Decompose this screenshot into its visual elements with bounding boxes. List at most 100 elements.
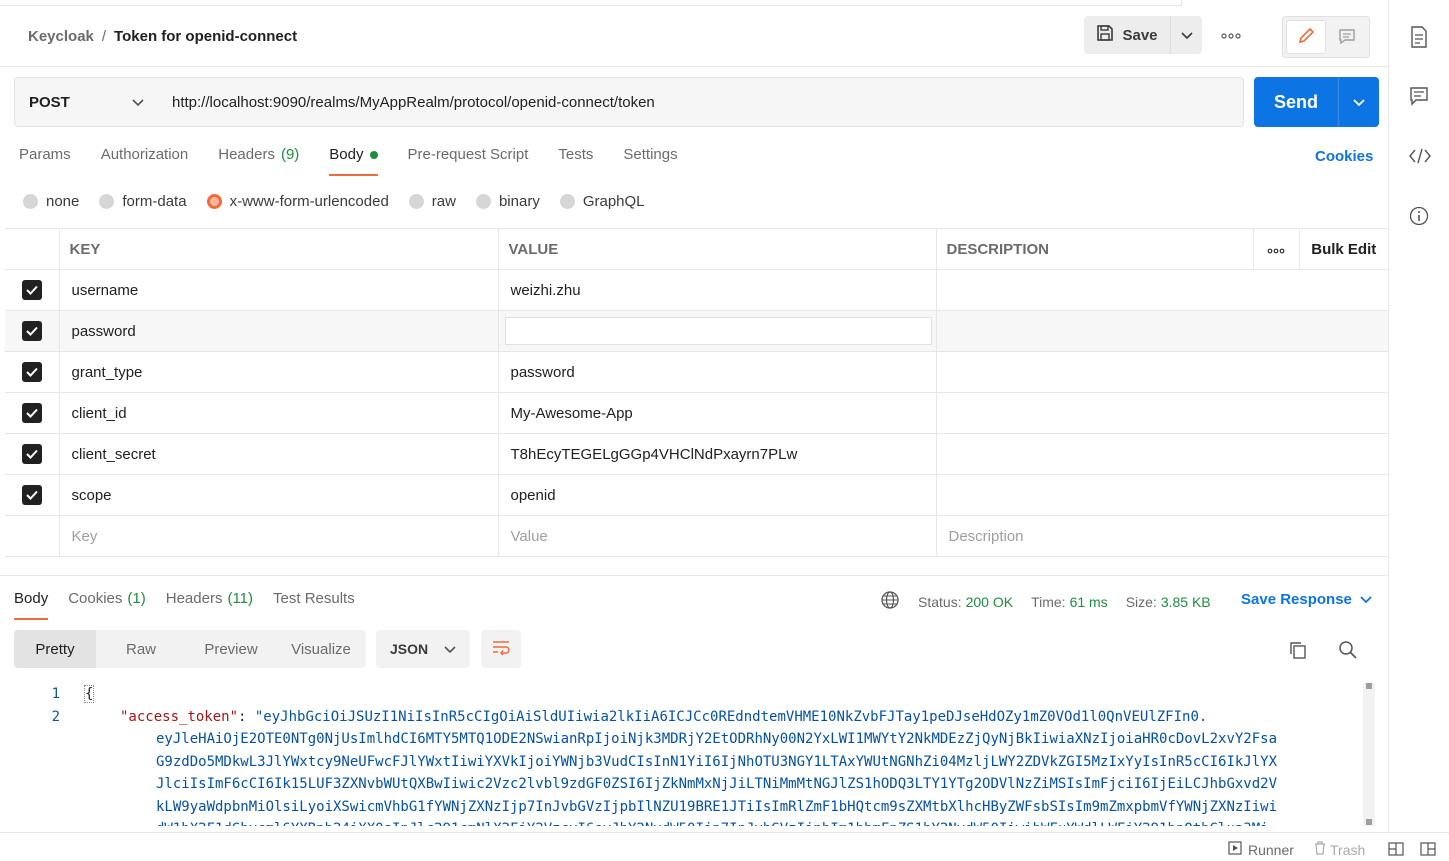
globe-icon[interactable] [880, 590, 900, 613]
row-value[interactable]: password [498, 351, 937, 393]
scroll-down-arrow[interactable] [1366, 819, 1372, 825]
tab-body[interactable]: Body [329, 146, 378, 176]
row-key[interactable]: password [59, 310, 499, 352]
view-mode-raw[interactable]: Raw [96, 630, 186, 668]
size-value[interactable]: 3.85 KB [1161, 594, 1211, 610]
row-key[interactable]: scope [59, 474, 499, 516]
line-number: 1 [51, 686, 60, 702]
view-mode-pretty[interactable]: Pretty [14, 630, 96, 668]
runner-button[interactable]: Runner [1228, 841, 1294, 858]
search-button[interactable] [1338, 640, 1358, 663]
tab-params[interactable]: Params [19, 146, 71, 176]
request-title[interactable]: Token for openid-connect [114, 28, 297, 45]
radio-label: raw [431, 193, 456, 210]
row-checkbox-cell [5, 392, 60, 434]
send-button[interactable]: Send [1254, 77, 1338, 127]
body-type-binary[interactable]: binary [475, 193, 540, 210]
tab-authorization[interactable]: Authorization [101, 146, 189, 176]
row-checkbox[interactable] [21, 403, 42, 423]
check-icon [26, 367, 38, 377]
view-mode-visualize[interactable]: Visualize [276, 630, 366, 668]
row-key[interactable]: client_id [59, 392, 499, 434]
row-checkbox[interactable] [21, 444, 42, 464]
more-actions-button[interactable] [1214, 24, 1248, 44]
row-key[interactable]: grant_type [59, 351, 499, 393]
row-checkbox[interactable] [21, 321, 42, 341]
size-label: Size: [1125, 593, 1157, 610]
new-value-input[interactable]: Value [498, 515, 937, 557]
scroll-up-arrow[interactable] [1366, 683, 1372, 689]
response-divider[interactable] [0, 575, 1388, 576]
breadcrumb-collection[interactable]: Keycloak [28, 28, 94, 45]
view-mode-preview[interactable]: Preview [186, 630, 276, 668]
body-type-form-data[interactable]: form-data [99, 193, 187, 210]
time-value[interactable]: 61 ms [1070, 594, 1108, 610]
row-description[interactable] [936, 310, 1388, 352]
tab-label: Tests [558, 146, 594, 163]
body-type-graphql[interactable]: GraphQL [559, 193, 645, 210]
row-value[interactable]: openid [498, 474, 937, 516]
response-tab-headers[interactable]: Headers (11) [166, 590, 253, 620]
tab-pre-request-script[interactable]: Pre-request Script [408, 146, 529, 176]
column-options-button[interactable] [1253, 228, 1300, 270]
tab-headers[interactable]: Headers (9) [218, 146, 299, 176]
row-checkbox[interactable] [21, 280, 42, 300]
documentation-icon[interactable] [1409, 26, 1429, 51]
cookies-link[interactable]: Cookies [1315, 148, 1373, 165]
body-type-urlencoded[interactable]: x-www-form-urlencoded [206, 193, 389, 210]
save-response-label: Save Response [1241, 591, 1352, 608]
wrap-lines-button[interactable] [481, 630, 521, 668]
method-select[interactable]: POST [14, 77, 159, 127]
body-type-raw[interactable]: raw [408, 193, 456, 210]
code-line: kLW9yaWdpbnMiOlsiLyoiXSwicmVhbG1fYWNjZXN… [156, 798, 1278, 815]
tab-tests[interactable]: Tests [558, 146, 593, 176]
row-key[interactable]: username [59, 269, 499, 311]
status-value[interactable]: 200 OK [966, 594, 1013, 610]
row-checkbox[interactable] [21, 485, 42, 505]
response-body-editor[interactable]: 1 2 { "access_token": "eyJhbGciOiJSUzI1N… [0, 683, 1362, 826]
format-select[interactable]: JSON [376, 630, 470, 668]
url-input[interactable] [158, 77, 1244, 127]
info-icon[interactable] [1409, 206, 1429, 229]
save-button[interactable]: Save [1084, 16, 1170, 54]
view-mode-tabs: Pretty Raw Preview Visualize [14, 630, 366, 668]
row-value-input[interactable] [504, 317, 932, 345]
row-key[interactable]: client_secret [59, 433, 499, 475]
header-checkbox-cell [5, 228, 60, 270]
bulk-edit-button[interactable]: Bulk Edit [1299, 228, 1388, 270]
edit-mode-button[interactable] [1286, 20, 1326, 54]
tab-label: Pre-request Script [407, 146, 529, 163]
save-options-button[interactable] [1170, 16, 1202, 54]
editor-scrollbar[interactable] [1363, 683, 1375, 826]
help-grid-icon[interactable] [1420, 842, 1436, 859]
comments-icon[interactable] [1409, 86, 1429, 109]
row-description[interactable] [936, 269, 1388, 311]
row-checkbox[interactable] [21, 362, 42, 382]
row-description[interactable] [936, 351, 1388, 393]
row-description[interactable] [936, 392, 1388, 434]
two-pane-view-icon[interactable] [1388, 842, 1404, 859]
response-tab-cookies[interactable]: Cookies (1) [68, 590, 146, 620]
row-value[interactable]: weizhi.zhu [498, 269, 937, 311]
code-line: dW1hX2F1dGhvcml6YXRpb24iXX0sInJlc291cmNl… [84, 818, 1356, 826]
row-value[interactable]: My-Awesome-App [498, 392, 937, 434]
response-tab-body[interactable]: Body [14, 590, 49, 620]
send-options-button[interactable] [1338, 77, 1379, 127]
radio-label: GraphQL [582, 193, 645, 210]
response-tab-test-results[interactable]: Test Results [273, 590, 355, 620]
row-description[interactable] [936, 433, 1388, 475]
new-description-input[interactable]: Description [936, 515, 1388, 557]
json-colon: : [238, 708, 255, 725]
status-bar: Runner Trash [0, 832, 1449, 861]
row-value[interactable]: T8hEcyTEGELgGGp4VHClNdPxayrn7PLw [498, 433, 937, 475]
save-response-button[interactable]: Save Response [1241, 591, 1372, 608]
radio-icon [99, 194, 115, 209]
new-key-input[interactable]: Key [59, 515, 499, 557]
code-icon[interactable] [1409, 148, 1431, 167]
comment-mode-button[interactable] [1329, 20, 1367, 54]
trash-button[interactable]: Trash [1314, 841, 1365, 858]
row-description[interactable] [936, 474, 1388, 516]
body-type-none[interactable]: none [23, 193, 79, 210]
copy-button[interactable] [1288, 640, 1308, 663]
tab-settings[interactable]: Settings [623, 146, 677, 176]
